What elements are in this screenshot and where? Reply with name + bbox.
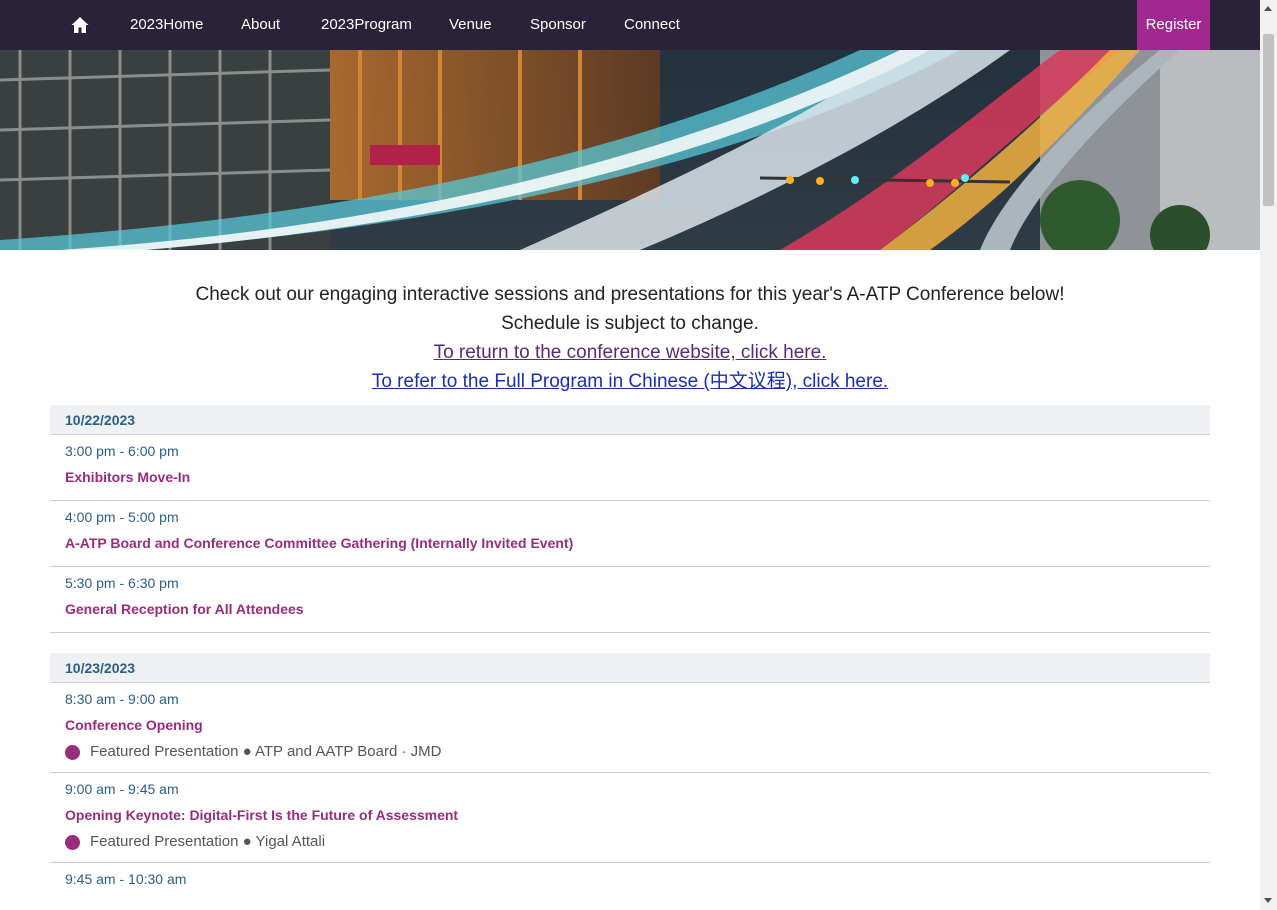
session-time: 8:30 am - 9:00 am (65, 691, 179, 707)
session-item[interactable]: 3:00 pm - 6:00 pm Exhibitors Move-In (50, 435, 1210, 501)
nav-item-2023home[interactable]: 2023Home (130, 0, 203, 50)
session-time: 9:00 am - 9:45 am (65, 781, 179, 797)
schedule-day: 10/22/2023 3:00 pm - 6:00 pm Exhibitors … (50, 405, 1210, 633)
session-meta-text: Featured Presentation ● Yigal Attali (90, 833, 326, 850)
day-header: 10/23/2023 (50, 653, 1210, 683)
session-item[interactable]: 4:00 pm - 5:00 pm A-ATP Board and Confer… (50, 501, 1210, 567)
scroll-down-arrow-icon[interactable] (1264, 898, 1272, 903)
intro-heading: Check out our engaging interactive sessi… (195, 284, 1065, 305)
nav-item-2023program[interactable]: 2023Program (321, 0, 412, 50)
featured-dot-icon (65, 834, 80, 850)
nav-item-about[interactable]: About (241, 0, 280, 50)
session-time: 9:45 am - 10:30 am (65, 871, 187, 887)
top-navigation: 2023Home About 2023Program Venue Sponsor… (0, 0, 1260, 50)
session-title[interactable]: General Reception for All Attendees (65, 599, 1210, 632)
intro-text-block: Check out our engaging interactive sessi… (0, 280, 1260, 396)
session-time: 4:00 pm - 5:00 pm (65, 509, 179, 525)
session-meta-text: Featured Presentation ● ATP and AATP Boa… (90, 743, 442, 760)
scrollbar-thumb[interactable] (1263, 34, 1274, 206)
vertical-scrollbar[interactable] (1260, 0, 1277, 910)
nav-item-connect[interactable]: Connect (624, 0, 680, 50)
scroll-up-arrow-icon[interactable] (1264, 6, 1272, 11)
conference-website-link[interactable]: To return to the conference website, cli… (434, 342, 827, 363)
session-item[interactable]: 9:00 am - 9:45 am Opening Keynote: Digit… (50, 773, 1210, 863)
session-item[interactable]: 5:30 pm - 6:30 pm General Reception for … (50, 567, 1210, 633)
featured-dot-icon (65, 744, 80, 760)
session-title[interactable]: Exhibitors Move-In (65, 467, 1210, 500)
schedule-day: 10/23/2023 8:30 am - 9:00 am Conference … (50, 653, 1210, 895)
session-meta: Featured Presentation ● ATP and AATP Boa… (65, 742, 1210, 772)
session-time: 5:30 pm - 6:30 pm (65, 575, 179, 591)
home-icon[interactable] (70, 15, 90, 35)
hero-banner-image (0, 50, 1260, 250)
session-time: 3:00 pm - 6:00 pm (65, 443, 179, 459)
nav-item-sponsor[interactable]: Sponsor (530, 0, 586, 50)
session-title[interactable]: A-ATP Board and Conference Committee Gat… (65, 533, 1210, 566)
session-item[interactable]: 9:45 am - 10:30 am (50, 863, 1210, 895)
nav-item-venue[interactable]: Venue (449, 0, 492, 50)
day-header: 10/22/2023 (50, 405, 1210, 435)
register-button[interactable]: Register (1137, 0, 1210, 50)
session-item[interactable]: 8:30 am - 9:00 am Conference Opening Fea… (50, 683, 1210, 773)
chinese-program-link[interactable]: To refer to the Full Program in Chinese … (372, 371, 888, 392)
session-meta: Featured Presentation ● Yigal Attali (65, 832, 1210, 862)
intro-note: Schedule is subject to change. (501, 313, 759, 334)
